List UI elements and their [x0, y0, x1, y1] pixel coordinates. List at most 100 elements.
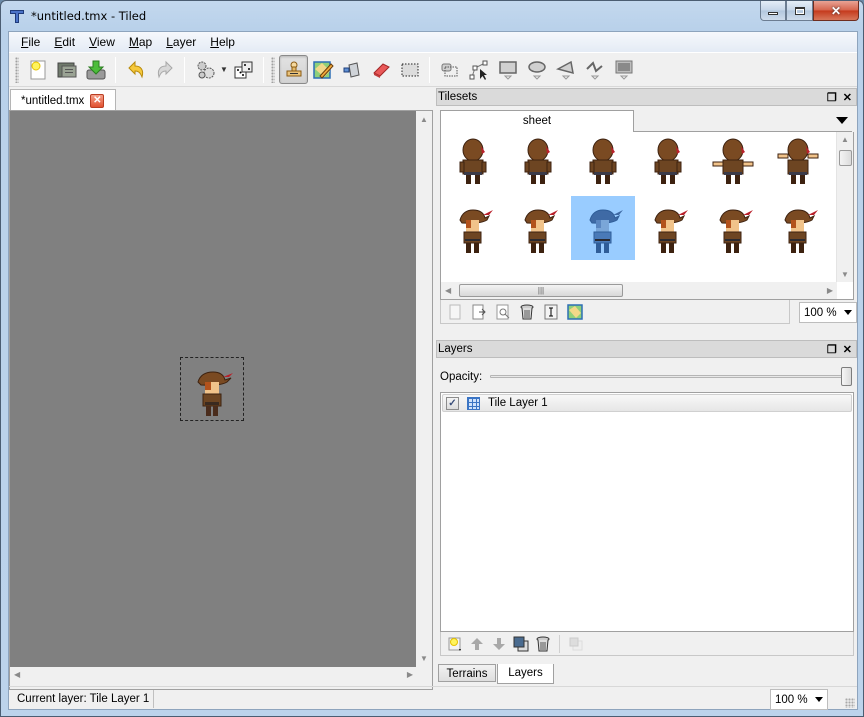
lower-layer-button[interactable]	[489, 634, 509, 654]
save-button[interactable]	[81, 55, 110, 84]
layer-visibility-checkbox[interactable]: ✓	[446, 396, 459, 410]
scroll-down-arrow-icon[interactable]: ▼	[420, 654, 428, 663]
opacity-slider-handle[interactable]	[841, 367, 852, 386]
tileset-tile[interactable]	[701, 132, 765, 196]
duplicate-layer-button[interactable]	[511, 634, 531, 654]
remove-layer-button[interactable]	[533, 634, 553, 654]
tileset-tile[interactable]	[571, 260, 635, 282]
resize-grip[interactable]	[845, 698, 855, 708]
menu-view[interactable]: View	[82, 32, 122, 52]
insert-polygon-button[interactable]	[551, 55, 580, 84]
open-button[interactable]	[52, 55, 81, 84]
commands-button[interactable]	[190, 55, 219, 84]
tileset-tile[interactable]	[766, 132, 830, 196]
tileset-tile[interactable]	[441, 260, 505, 282]
rectangular-select-button[interactable]	[395, 55, 424, 84]
insert-ellipse-button[interactable]	[522, 55, 551, 84]
float-dock-icon[interactable]: ❐	[827, 343, 837, 356]
menu-map[interactable]: Map	[122, 32, 159, 52]
dock-tab-bar: Terrains Layers	[436, 664, 857, 684]
scrollbar-thumb[interactable]: |||	[459, 284, 623, 297]
random-mode-button[interactable]	[229, 55, 258, 84]
scrollbar-thumb[interactable]	[839, 150, 852, 166]
tileset-tile[interactable]	[636, 196, 700, 260]
scroll-up-arrow-icon[interactable]: ▲	[420, 115, 428, 124]
raise-layer-button[interactable]	[467, 634, 487, 654]
show-hide-others-button[interactable]	[566, 634, 586, 654]
menu-layer[interactable]: Layer	[159, 32, 203, 52]
tileset-vertical-scrollbar[interactable]: ▲ ▼	[836, 132, 853, 282]
remove-tileset-button[interactable]	[517, 302, 537, 322]
close-button[interactable]: ✕	[813, 1, 859, 21]
tileset-tile[interactable]	[571, 132, 635, 196]
select-objects-button[interactable]	[435, 55, 464, 84]
layer-row[interactable]: ✓ Tile Layer 1	[442, 394, 852, 412]
tileset-tab-sheet[interactable]: sheet	[440, 110, 634, 132]
menu-help[interactable]: Help	[203, 32, 242, 52]
character-sprite-icon	[506, 260, 570, 282]
insert-rectangle-button[interactable]	[493, 55, 522, 84]
tileset-tile[interactable]	[571, 196, 635, 260]
tileset-tile[interactable]	[441, 132, 505, 196]
tileset-tile[interactable]	[506, 196, 570, 260]
document-tab[interactable]: *untitled.tmx ✕	[10, 89, 116, 111]
map-vertical-scrollbar[interactable]: ▲ ▼	[416, 111, 432, 667]
scroll-up-arrow-icon[interactable]: ▲	[841, 135, 849, 144]
toolbar-grip[interactable]	[271, 56, 275, 83]
tileset-tile[interactable]	[506, 260, 570, 282]
terrain-brush-button[interactable]	[308, 55, 337, 84]
eraser-button[interactable]	[366, 55, 395, 84]
commands-dropdown-arrow[interactable]: ▼	[219, 65, 229, 74]
tilesets-dock-title[interactable]: Tilesets ❐ ✕	[436, 88, 857, 106]
import-tileset-button[interactable]	[469, 302, 489, 322]
tileset-tile[interactable]	[506, 132, 570, 196]
redo-button[interactable]	[150, 55, 179, 84]
tileset-tile[interactable]	[636, 132, 700, 196]
tileset-tile[interactable]	[636, 260, 700, 282]
new-map-button[interactable]	[23, 55, 52, 84]
opacity-row: Opacity:	[440, 367, 854, 387]
scroll-left-arrow-icon[interactable]: ◀	[14, 670, 20, 679]
close-dock-icon[interactable]: ✕	[843, 91, 852, 104]
menu-edit[interactable]: Edit	[47, 32, 82, 52]
bucket-fill-button[interactable]	[337, 55, 366, 84]
scroll-right-arrow-icon[interactable]: ▶	[827, 286, 833, 295]
maximize-button[interactable]	[786, 1, 813, 21]
tileset-tile[interactable]	[701, 260, 765, 282]
insert-polyline-button[interactable]	[580, 55, 609, 84]
menu-file[interactable]: File	[14, 32, 47, 52]
new-tileset-button[interactable]	[445, 302, 465, 322]
toolbar-grip[interactable]	[15, 56, 19, 83]
tileset-zoom-combo[interactable]: 100 %	[799, 302, 857, 323]
float-dock-icon[interactable]: ❐	[827, 91, 837, 104]
insert-tile-button[interactable]	[609, 55, 638, 84]
undo-button[interactable]	[121, 55, 150, 84]
add-layer-button[interactable]	[445, 634, 465, 654]
minimize-button[interactable]	[760, 1, 786, 21]
tileset-properties-button[interactable]	[493, 302, 513, 322]
scroll-left-arrow-icon[interactable]: ◀	[445, 286, 451, 295]
tab-terrains[interactable]: Terrains	[438, 664, 496, 682]
tileset-image-button[interactable]	[565, 302, 585, 322]
tileset-tile[interactable]	[766, 260, 830, 282]
close-dock-icon[interactable]: ✕	[843, 343, 852, 356]
edit-polygons-button[interactable]	[464, 55, 493, 84]
map-canvas[interactable]	[10, 111, 417, 667]
title-bar[interactable]: *untitled.tmx - Tiled ✕	[1, 1, 863, 31]
tileset-tile[interactable]	[441, 196, 505, 260]
tile-grid[interactable]	[441, 132, 835, 282]
opacity-slider[interactable]	[490, 375, 846, 378]
tileset-tile[interactable]	[766, 196, 830, 260]
map-zoom-combo[interactable]: 100 %	[770, 689, 828, 710]
tab-layers[interactable]: Layers	[497, 664, 554, 684]
scroll-right-arrow-icon[interactable]: ▶	[407, 670, 413, 679]
edit-terrain-button[interactable]	[541, 302, 561, 322]
map-horizontal-scrollbar[interactable]: ◀ ▶	[10, 667, 417, 683]
tileset-horizontal-scrollbar[interactable]: ◀ ||| ▶	[441, 282, 837, 299]
scroll-down-arrow-icon[interactable]: ▼	[841, 270, 849, 279]
tab-close-icon[interactable]: ✕	[90, 93, 105, 108]
layers-dock-title[interactable]: Layers ❐ ✕	[436, 340, 857, 358]
stamp-brush-button[interactable]	[279, 55, 308, 84]
tileset-list-dropdown-icon[interactable]	[836, 117, 848, 124]
tileset-tile[interactable]	[701, 196, 765, 260]
